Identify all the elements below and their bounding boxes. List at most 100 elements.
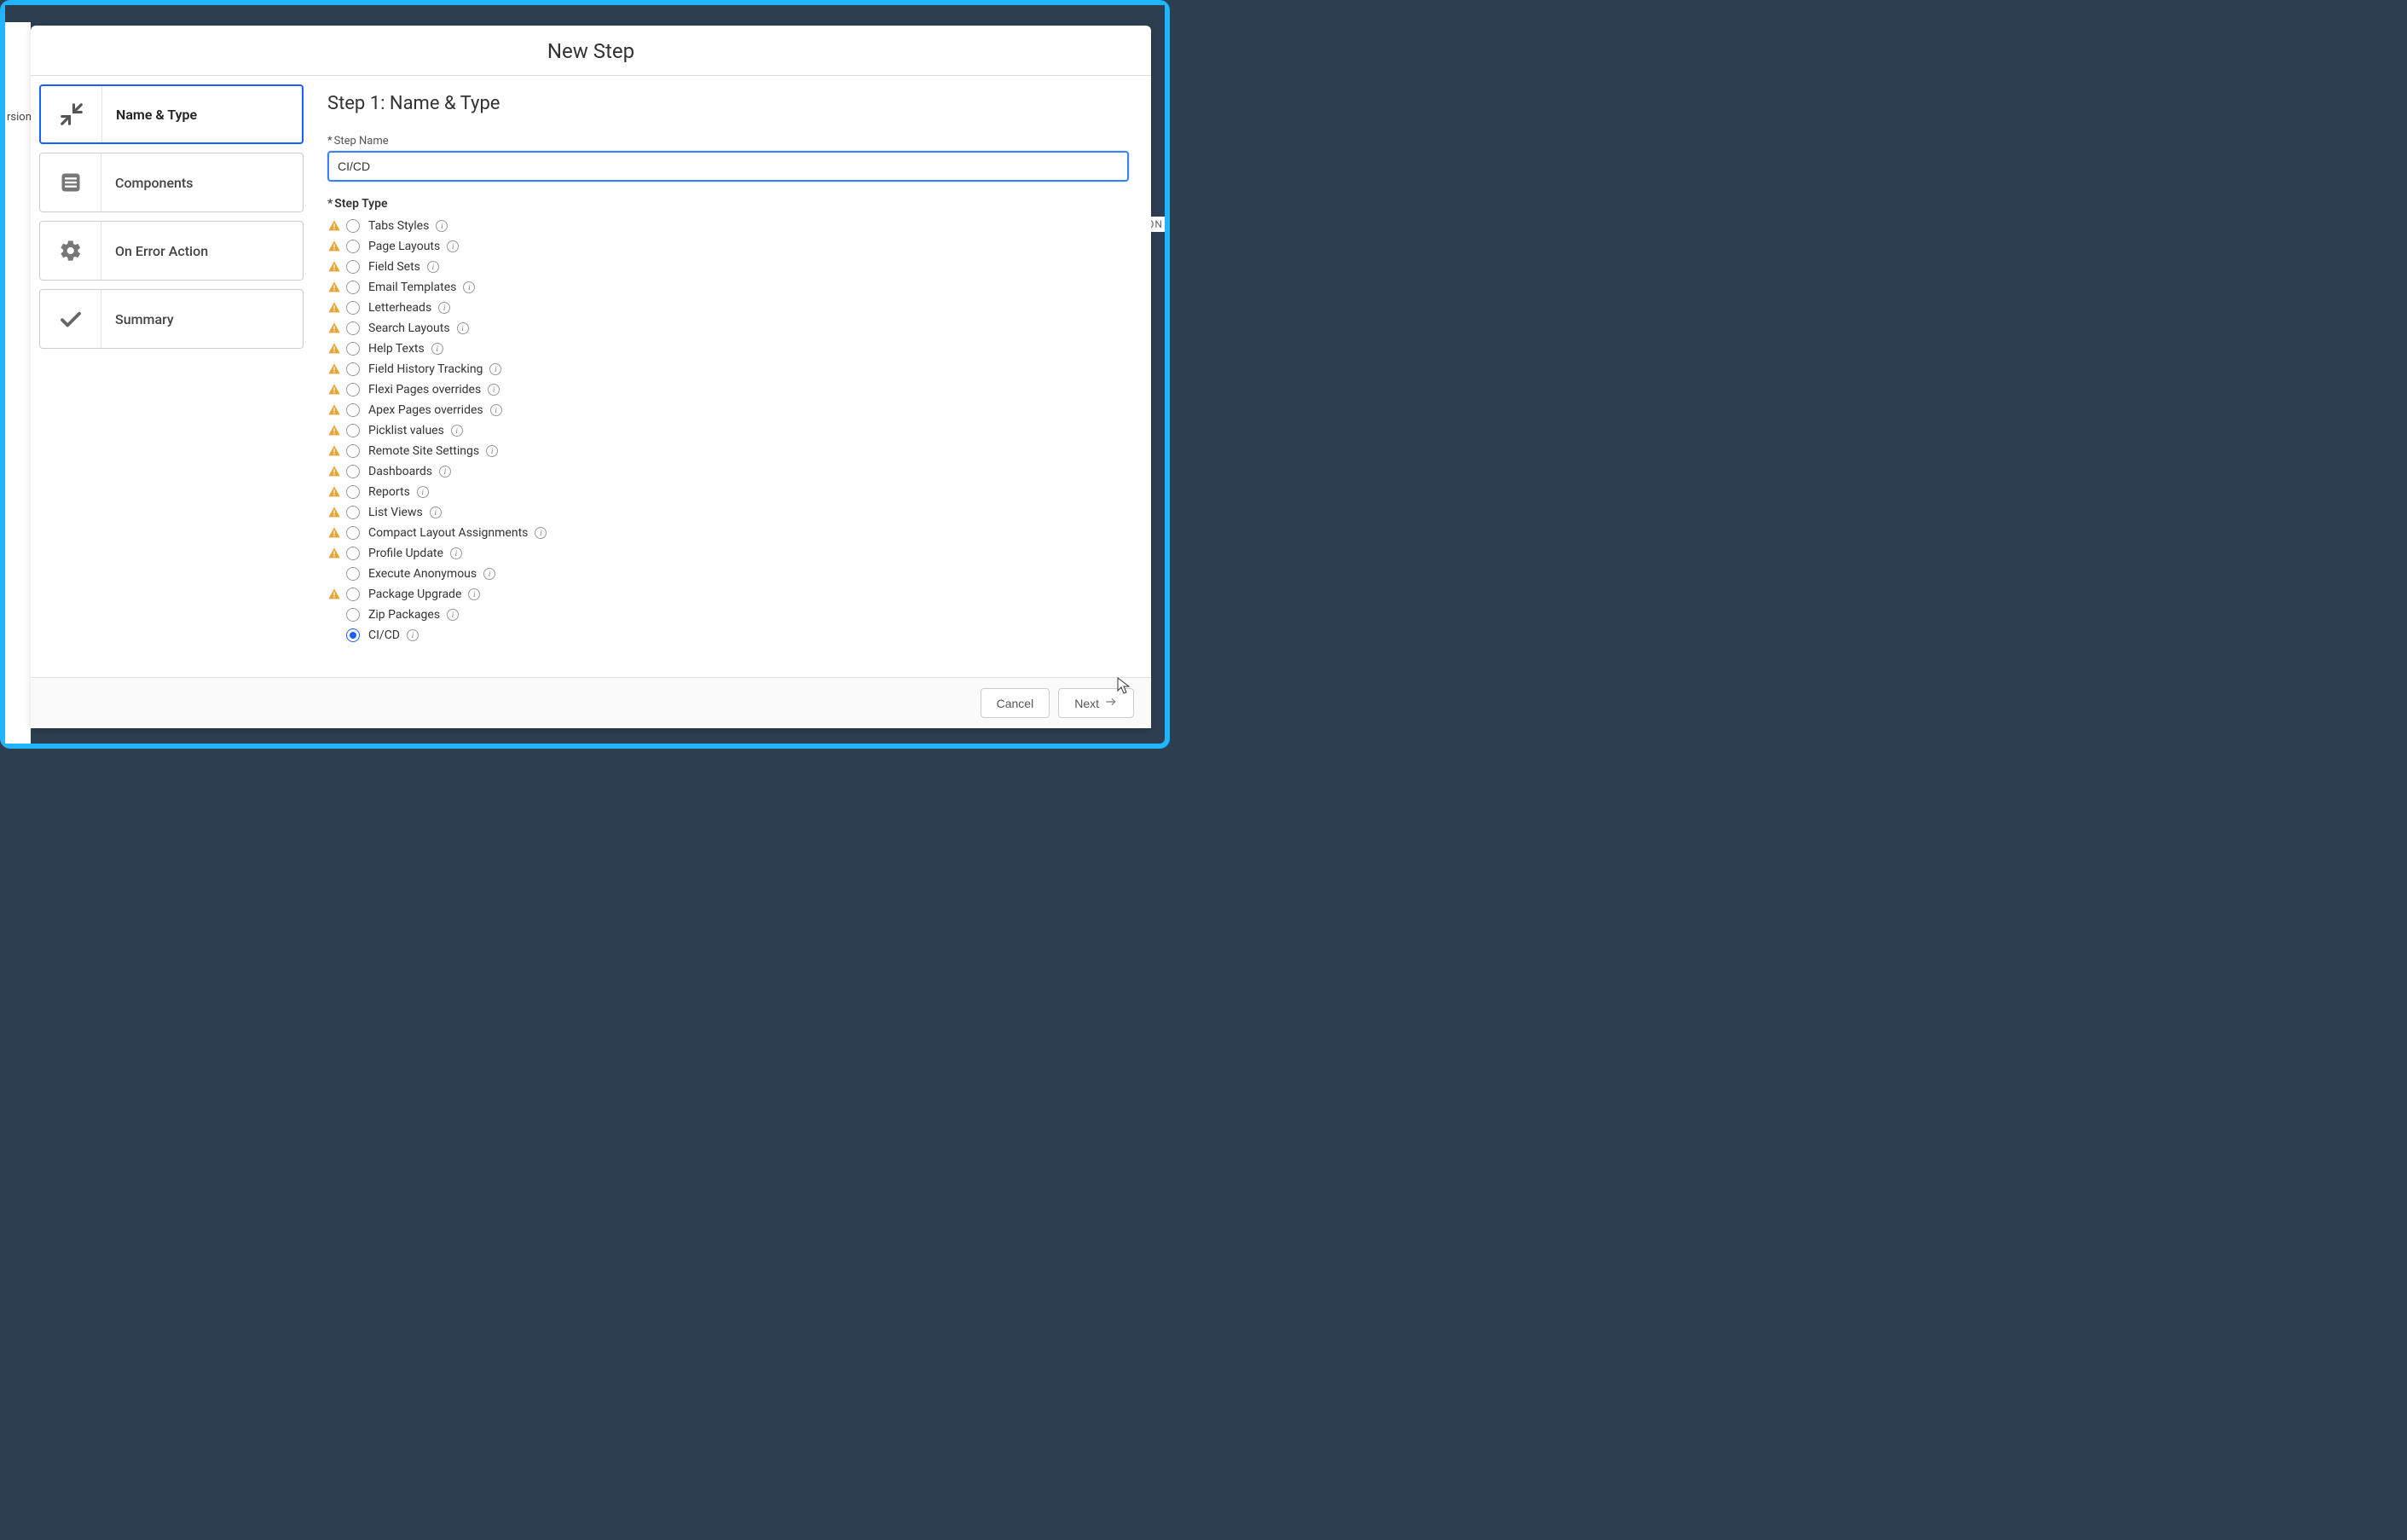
radio-button[interactable]	[346, 240, 360, 253]
info-icon[interactable]: i	[490, 404, 502, 416]
step-type-option[interactable]: Page Layoutsi	[327, 236, 1129, 257]
radio-label: Field History Tracking	[368, 362, 483, 376]
sidebar-step-components[interactable]: Components	[39, 153, 304, 212]
cancel-button[interactable]: Cancel	[981, 688, 1050, 718]
warning-icon	[327, 383, 341, 397]
radio-button[interactable]	[346, 219, 360, 233]
warning-icon	[327, 260, 341, 274]
radio-button[interactable]	[346, 506, 360, 519]
warning-icon	[327, 240, 341, 253]
step-type-option[interactable]: Field History Tracking i	[327, 359, 1129, 379]
info-icon[interactable]: i	[535, 527, 547, 539]
step-type-option[interactable]: Flexi Pages overridesi	[327, 379, 1129, 400]
radio-label: Reports	[368, 485, 410, 499]
step-type-option[interactable]: Field Sets i	[327, 257, 1129, 277]
radio-button[interactable]	[346, 383, 360, 397]
radio-button[interactable]	[346, 260, 360, 274]
radio-button[interactable]	[346, 608, 360, 622]
step-type-label: *Step Type	[327, 197, 1129, 211]
content-heading: Step 1: Name & Type	[327, 93, 1129, 114]
radio-button[interactable]	[346, 362, 360, 376]
radio-button[interactable]	[346, 403, 360, 417]
sidebar-step-label: Summary	[101, 311, 174, 327]
info-icon[interactable]: i	[447, 240, 459, 252]
sidebar-step-on-error-action[interactable]: On Error Action	[39, 221, 304, 281]
step-type-option[interactable]: Compact Layout Assignmentsi	[327, 523, 1129, 543]
radio-button[interactable]	[346, 526, 360, 540]
info-icon[interactable]: i	[450, 547, 462, 559]
info-icon[interactable]: i	[431, 343, 443, 355]
step-type-option[interactable]: List Viewsi	[327, 502, 1129, 523]
radio-button[interactable]	[346, 485, 360, 499]
info-icon[interactable]: i	[417, 486, 429, 498]
info-icon[interactable]: i	[468, 588, 480, 600]
info-icon[interactable]: i	[439, 466, 451, 478]
step-type-option[interactable]: Email Templatesi	[327, 277, 1129, 298]
check-icon	[40, 290, 101, 348]
info-icon[interactable]: i	[451, 425, 463, 437]
info-icon[interactable]: i	[457, 322, 469, 334]
info-icon[interactable]: i	[489, 363, 501, 375]
info-icon[interactable]: i	[436, 220, 448, 232]
radio-button[interactable]	[346, 547, 360, 560]
step-type-option[interactable]: Search Layouts i	[327, 318, 1129, 339]
step-type-option[interactable]: Reports i	[327, 482, 1129, 502]
step-type-option[interactable]: Letterheadsi	[327, 298, 1129, 318]
next-button[interactable]: Next	[1058, 688, 1134, 718]
warning-icon	[327, 588, 341, 601]
radio-button[interactable]	[346, 628, 360, 642]
step-type-option[interactable]: Dashboardsi	[327, 461, 1129, 482]
radio-label: Profile Update	[368, 547, 443, 560]
step-type-option[interactable]: Profile Update i	[327, 543, 1129, 564]
sidebar-step-label: Name & Type	[102, 107, 197, 123]
gear-icon	[40, 222, 101, 280]
info-icon[interactable]: i	[407, 629, 419, 641]
radio-button[interactable]	[346, 342, 360, 356]
radio-label: CI/CD	[368, 628, 400, 642]
info-icon[interactable]: i	[447, 609, 459, 621]
info-icon[interactable]: i	[438, 302, 450, 314]
step-type-option[interactable]: Remote Site Settingsi	[327, 441, 1129, 461]
warning-icon	[327, 321, 341, 335]
step-type-option[interactable]: CI/CD i	[327, 625, 1129, 646]
step-type-option[interactable]: Tabs Stylesi	[327, 216, 1129, 236]
radio-label: Zip Packages	[368, 608, 440, 622]
sidebar-step-name-and-type[interactable]: Name & Type	[39, 84, 304, 144]
info-icon[interactable]: i	[483, 568, 495, 580]
warning-icon	[327, 219, 341, 233]
radio-button[interactable]	[346, 301, 360, 315]
step-type-radio-group: Tabs StylesiPage LayoutsiField SetsiEmai…	[327, 216, 1129, 646]
required-star: *	[327, 135, 333, 148]
step-type-option[interactable]: Package Upgrade i	[327, 584, 1129, 605]
radio-label: Picklist values	[368, 424, 444, 437]
radio-button[interactable]	[346, 588, 360, 601]
info-icon[interactable]: i	[430, 507, 442, 518]
radio-button[interactable]	[346, 444, 360, 458]
info-icon[interactable]: i	[427, 261, 439, 273]
warning-icon	[327, 526, 341, 540]
step-type-option[interactable]: Apex Pages overridesi	[327, 400, 1129, 420]
warning-icon	[327, 547, 341, 560]
step-type-option[interactable]: Help Texts i	[327, 339, 1129, 359]
sidebar-step-label: On Error Action	[101, 243, 208, 259]
step-type-option[interactable]: Zip Packages i	[327, 605, 1129, 625]
radio-button[interactable]	[346, 321, 360, 335]
radio-label: Package Upgrade	[368, 588, 461, 601]
info-icon[interactable]: i	[488, 384, 500, 396]
radio-button[interactable]	[346, 567, 360, 581]
radio-label: Search Layouts	[368, 321, 450, 335]
radio-button[interactable]	[346, 281, 360, 294]
step-type-option[interactable]: Picklist values i	[327, 420, 1129, 441]
background-side	[5, 22, 31, 744]
info-icon[interactable]: i	[463, 281, 475, 293]
step-name-input[interactable]	[327, 151, 1129, 182]
step-type-option[interactable]: Execute Anonymousi	[327, 564, 1129, 584]
warning-icon	[327, 485, 341, 499]
radio-label: Help Texts	[368, 342, 425, 356]
info-icon[interactable]: i	[486, 445, 498, 457]
radio-button[interactable]	[346, 424, 360, 437]
radio-button[interactable]	[346, 465, 360, 478]
sidebar-step-summary[interactable]: Summary	[39, 289, 304, 349]
radio-label: Field Sets	[368, 260, 420, 274]
warning-icon	[327, 465, 341, 478]
